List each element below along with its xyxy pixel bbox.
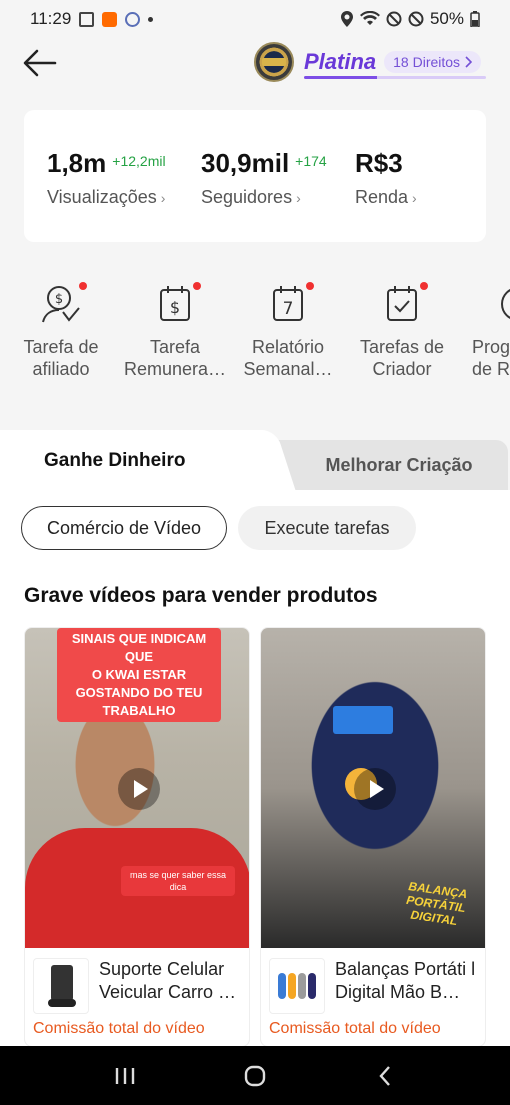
video-thumbnail[interactable]: SINAIS QUE INDICAM QUE O KWAI ESTAR GOST…	[25, 628, 249, 948]
calendar-check-icon	[380, 282, 428, 326]
system-navigation-bar	[0, 1046, 510, 1105]
status-time: 11:29	[30, 9, 72, 28]
commission-label: Comissão total do vídeo	[269, 1020, 441, 1037]
product-row[interactable]: Balanças Portáti l Digital Mão B…	[261, 948, 485, 1014]
task-affiliate[interactable]: $ Tarefa de afiliado	[5, 282, 117, 380]
video-thumbnail[interactable]: BALANÇA PORTÁTIL DIGITAL	[261, 628, 485, 948]
stat-delta: +12,2mil	[112, 153, 166, 169]
paid-calendar-icon: $	[153, 282, 201, 326]
tab-label: Melhorar Criação	[325, 454, 473, 475]
chevron-right-icon: ›	[296, 189, 301, 206]
chip-label: Execute tarefas	[264, 517, 390, 538]
status-bar: 11:29 50%	[0, 0, 510, 38]
task-label: Tarefa de afiliado	[23, 337, 99, 379]
chip-execute-tasks[interactable]: Execute tarefas	[238, 506, 416, 550]
task-creator[interactable]: Tarefas de Criador	[346, 282, 458, 380]
video-card[interactable]: SINAIS QUE INDICAM QUE O KWAI ESTAR GOST…	[24, 627, 250, 1047]
product-image	[269, 958, 325, 1014]
stat-value: 1,8m	[47, 148, 107, 178]
task-program[interactable]: Prog de R	[460, 282, 510, 380]
tier-progress-bar	[304, 76, 486, 79]
home-icon	[244, 1065, 266, 1086]
product-title: Suporte Celular Veicular Carro …	[99, 959, 237, 1002]
no-signal-icon	[408, 11, 424, 27]
task-label: Prog de R	[472, 337, 510, 379]
stat-followers[interactable]: 30,9mil +174 Seguidores ›	[201, 148, 327, 208]
tier-medal-icon	[254, 42, 294, 82]
svg-text:$: $	[55, 292, 63, 307]
app-notification-icon	[102, 11, 118, 27]
video-subject	[301, 668, 449, 863]
calendar-7-icon: 7	[266, 282, 314, 326]
section-title: Grave vídeos para vender produtos	[24, 584, 378, 607]
svg-text:7: 7	[283, 299, 294, 319]
video-card[interactable]: BALANÇA PORTÁTIL DIGITAL Balanças Portát…	[260, 627, 486, 1047]
rights-label: 18 Direitos	[393, 54, 461, 70]
stat-income[interactable]: R$3 Renda ›	[355, 148, 417, 208]
video-caption: BALANÇA PORTÁTIL DIGITAL	[405, 879, 469, 929]
gallery-notification-icon	[79, 11, 95, 27]
task-shortcuts: $ Tarefa de afiliado $ Tarefa Remunera… …	[0, 282, 510, 392]
chip-label: Comércio de Vídeo	[46, 517, 202, 538]
commission-label: Comissão total do vídeo	[33, 1020, 205, 1037]
video-subtitle: mas se quer saber essa dica	[121, 866, 235, 896]
task-weekly-report[interactable]: 7 Relatório Semanal…	[232, 282, 344, 380]
notification-dot	[79, 282, 87, 290]
product-row[interactable]: Suporte Celular Veicular Carro …	[25, 948, 249, 1014]
notification-dot	[420, 282, 428, 290]
task-label: Tarefas de Criador	[359, 337, 445, 379]
chip-video-commerce[interactable]: Comércio de Vídeo	[21, 506, 227, 550]
sync-notification-icon	[125, 11, 141, 27]
play-icon[interactable]	[118, 768, 160, 810]
tabs: Melhorar Criação Ganhe Dinheiro	[0, 430, 510, 492]
more-notifications-icon	[148, 16, 154, 22]
recent-apps-icon	[115, 1067, 135, 1084]
rights-pill[interactable]: 18 Direitos	[384, 51, 482, 73]
wifi-icon	[359, 11, 380, 25]
stat-label: Seguidores	[201, 187, 293, 207]
tab-ganhe-dinheiro[interactable]: Ganhe Dinheiro	[0, 430, 270, 492]
play-icon[interactable]	[354, 768, 396, 810]
stat-delta: +174	[295, 153, 327, 169]
stat-label: Visualizações	[47, 187, 157, 207]
task-label: Relatório Semanal…	[243, 337, 333, 379]
stat-label: Renda	[355, 187, 409, 207]
stat-views[interactable]: 1,8m +12,2mil Visualizações ›	[47, 148, 166, 208]
stats-card: 1,8m +12,2mil Visualizações › 30,9mil +174 …	[24, 110, 486, 242]
product-image	[33, 958, 89, 1014]
partial-icon	[496, 282, 510, 326]
chevron-right-icon	[465, 56, 473, 68]
scale-display	[333, 706, 393, 734]
battery-percent: 50%	[429, 9, 464, 28]
task-label: Tarefa Remunera…	[123, 337, 227, 379]
video-caption: SINAIS QUE INDICAM QUE O KWAI ESTAR GOST…	[57, 628, 221, 722]
svg-text:$: $	[170, 298, 180, 317]
recent-apps-button[interactable]	[105, 1056, 145, 1096]
chevron-left-icon	[379, 1065, 390, 1086]
stat-value: 30,9mil	[201, 148, 290, 178]
header: Platina 18 Direitos	[0, 38, 510, 90]
location-icon	[340, 11, 353, 27]
back-button[interactable]	[22, 48, 60, 78]
product-title: Balanças Portáti l Digital Mão B…	[335, 959, 476, 1002]
home-button[interactable]	[235, 1056, 275, 1096]
content-panel: Comércio de Vídeo Execute tarefas Grave …	[0, 490, 510, 1050]
chevron-right-icon: ›	[412, 189, 417, 206]
notification-dot	[306, 282, 314, 290]
notification-dot	[193, 282, 201, 290]
tier-name: Platina	[304, 49, 377, 74]
arrow-left-icon	[23, 49, 57, 77]
system-back-button[interactable]	[365, 1056, 405, 1096]
stat-value: R$3	[355, 148, 403, 178]
do-not-disturb-icon	[386, 11, 402, 27]
chevron-right-icon: ›	[160, 189, 166, 206]
task-paid[interactable]: $ Tarefa Remunera…	[119, 282, 231, 380]
tab-label: Ganhe Dinheiro	[44, 450, 186, 471]
battery-icon	[470, 11, 480, 27]
affiliate-money-icon: $	[39, 282, 87, 326]
